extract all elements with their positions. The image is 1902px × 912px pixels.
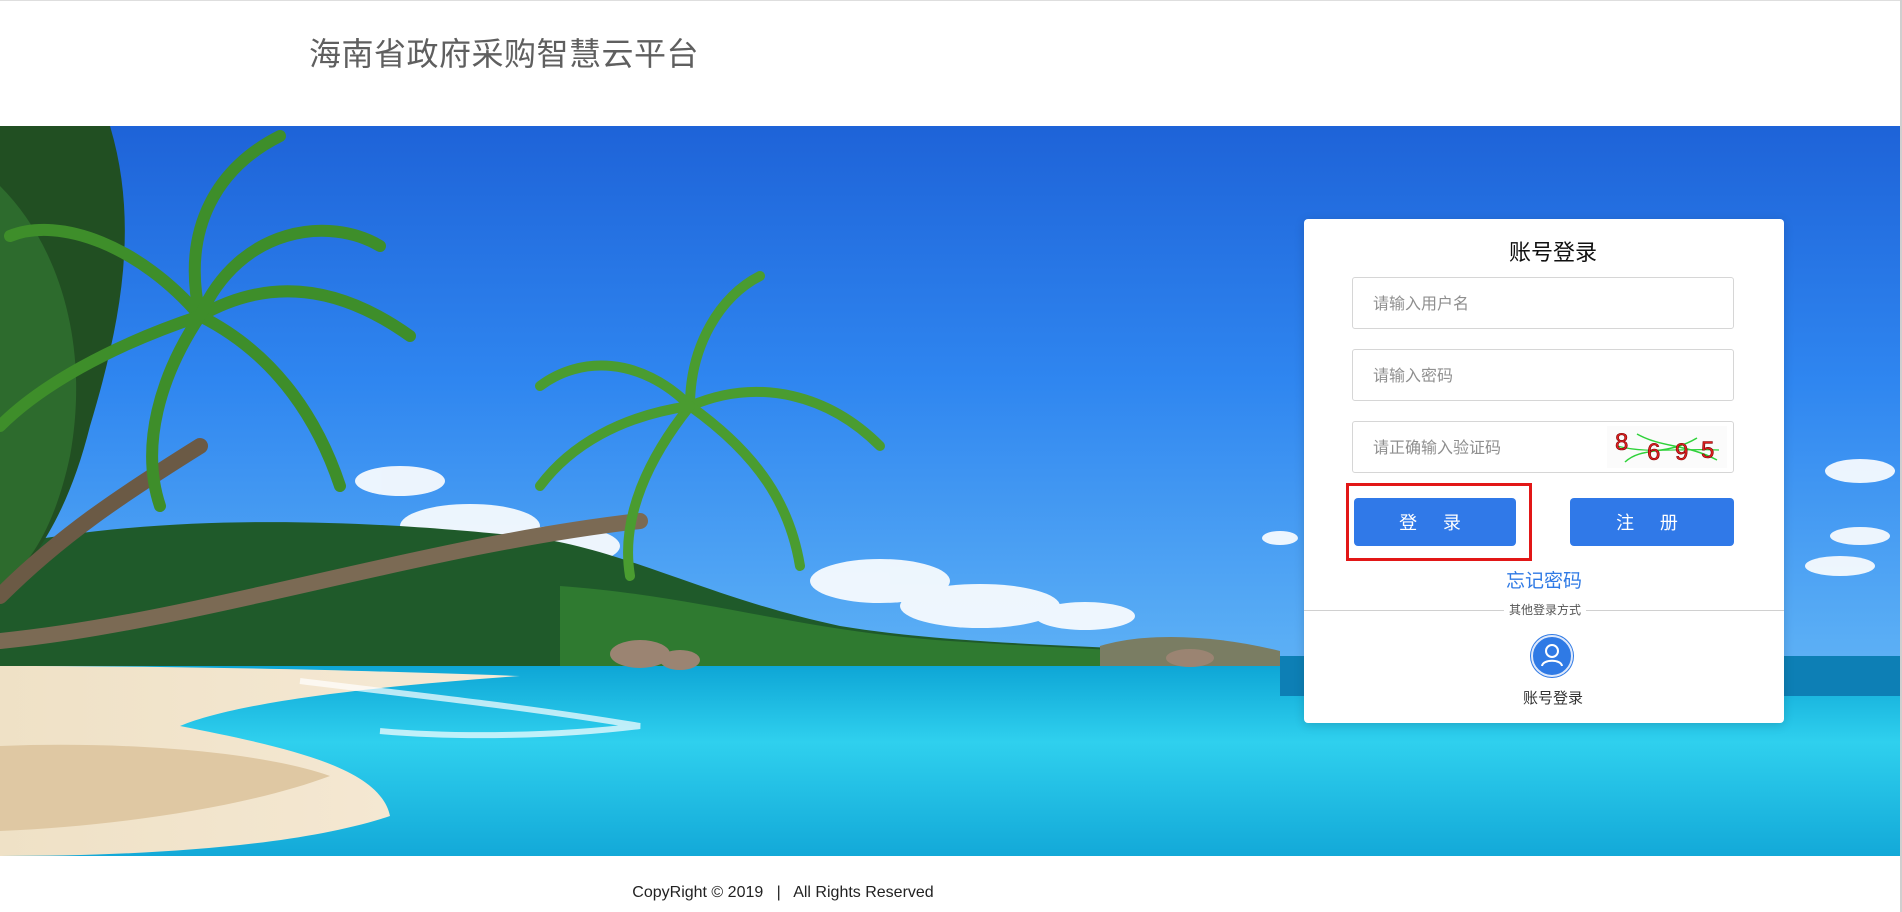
login-page: 海南省政府采购智慧云平台 账号登录 请输入用户名 请正确输入验证码 8 6 9 … bbox=[0, 0, 1902, 912]
captcha-digit: 5 bbox=[1701, 437, 1714, 464]
user-icon-graphic bbox=[1531, 635, 1573, 677]
user-icon[interactable] bbox=[1530, 634, 1574, 678]
other-login-methods-label: 其他登录方式 bbox=[1504, 601, 1587, 618]
username-input[interactable] bbox=[1353, 278, 1733, 328]
register-button[interactable]: 注 册 bbox=[1570, 498, 1734, 546]
account-login-label[interactable]: 账号登录 bbox=[1304, 687, 1802, 708]
captcha-graphic: 8 6 9 5 bbox=[1615, 429, 1720, 466]
username-field[interactable] bbox=[1352, 277, 1734, 329]
captcha-field[interactable]: 8 6 9 5 bbox=[1352, 421, 1734, 473]
captcha-digit: 9 bbox=[1675, 439, 1688, 466]
footer: CopyRight © 2019 | All Rights Reserved bbox=[0, 856, 1900, 912]
site-title: 海南省政府采购智慧云平台 bbox=[309, 35, 700, 73]
login-button[interactable]: 登 录 bbox=[1354, 498, 1516, 546]
header: 海南省政府采购智慧云平台 bbox=[0, 1, 1900, 126]
copyright-text: CopyRight © 2019 | All Rights Reserved bbox=[632, 884, 934, 901]
password-input[interactable] bbox=[1353, 350, 1733, 400]
captcha-image[interactable]: 8 6 9 5 bbox=[1607, 426, 1727, 468]
login-title: 账号登录 bbox=[1508, 241, 1597, 266]
login-card: 账号登录 8 6 9 5 登 录 注 册 忘 bbox=[1304, 219, 1784, 723]
captcha-digit: 8 bbox=[1615, 429, 1628, 456]
forgot-password-link[interactable]: 忘记密码 bbox=[1304, 566, 1784, 593]
captcha-input[interactable] bbox=[1353, 422, 1603, 472]
captcha-digit: 6 bbox=[1647, 439, 1660, 466]
password-field[interactable] bbox=[1352, 349, 1734, 401]
